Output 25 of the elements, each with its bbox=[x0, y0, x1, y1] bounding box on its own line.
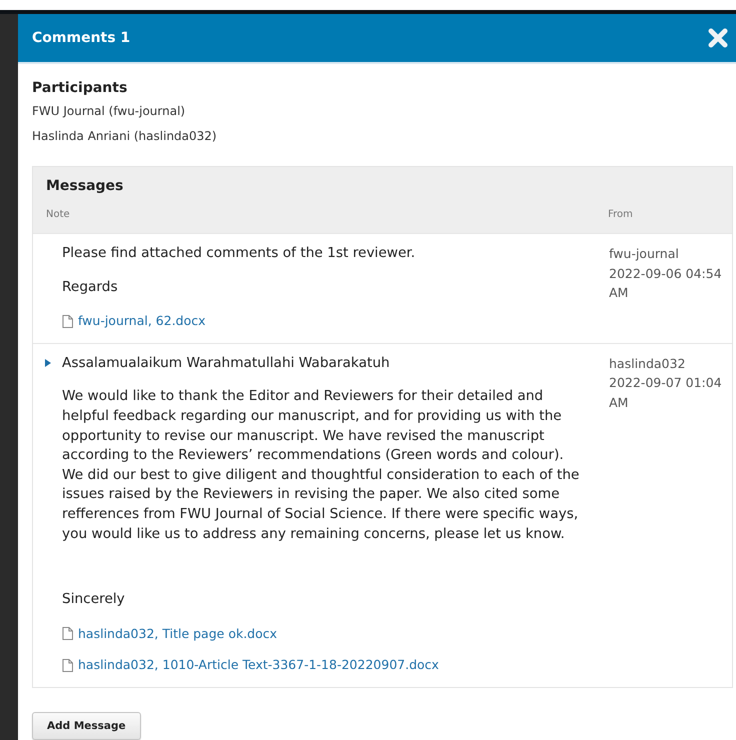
message-date: 2022-09-06 04:54 AM bbox=[609, 264, 723, 302]
sender-name: fwu-journal bbox=[609, 245, 680, 264]
add-message-button[interactable]: Add Message bbox=[32, 712, 141, 740]
participant-name: Haslinda Anriani (haslinda032) bbox=[32, 129, 218, 144]
participant-name: FWU Journal (fwu-journal) bbox=[32, 104, 186, 118]
close-icon[interactable] bbox=[708, 28, 728, 48]
file-icon bbox=[62, 627, 73, 640]
modal-title: Comments 1 bbox=[32, 30, 130, 46]
message-closing: Sincerely bbox=[62, 590, 126, 610]
attachment-link[interactable]: haslinda032, 1010-Article Text-3367-1-18-20220907.docx bbox=[78, 655, 439, 675]
message-date: 2022-09-07 01:04 AM bbox=[609, 374, 723, 412]
sender-name: haslinda032 bbox=[609, 354, 686, 373]
section-heading: Messages bbox=[46, 178, 124, 194]
column-header: Note bbox=[46, 209, 71, 220]
section-heading: Participants bbox=[32, 80, 128, 96]
attachment-link[interactable]: haslinda032, Title page ok.docx bbox=[78, 624, 278, 644]
message-closing: Regards bbox=[62, 278, 119, 297]
message-text: Assalamualaikum Warahmatullahi Wabarakatuh bbox=[62, 354, 391, 373]
file-icon bbox=[62, 314, 73, 328]
file-icon bbox=[62, 658, 73, 672]
expand-triangle-icon[interactable] bbox=[44, 358, 50, 367]
column-header: From bbox=[608, 209, 633, 220]
attachment-link[interactable]: fwu-journal, 62.docx bbox=[78, 311, 206, 331]
message-text: Please find attached comments of the 1st reviewer. bbox=[62, 244, 416, 264]
message-text: We would like to thank the Editor and Reviewers for their detailed and helpful feedback regarding our manuscript, and for providing us with the opportunity to revise our manuscript. We have revised the manuscript according to the Reviewers’ recommendations (Green words and colour). We did our best to give diligent and thoughtful consideration to each of the issues raised by the Reviewers in revising the paper. We also cited some refferences from FWU Journal of Social Science. If there were specific ways, you would like us to address any remaining concerns, please let us know. bbox=[62, 387, 580, 544]
